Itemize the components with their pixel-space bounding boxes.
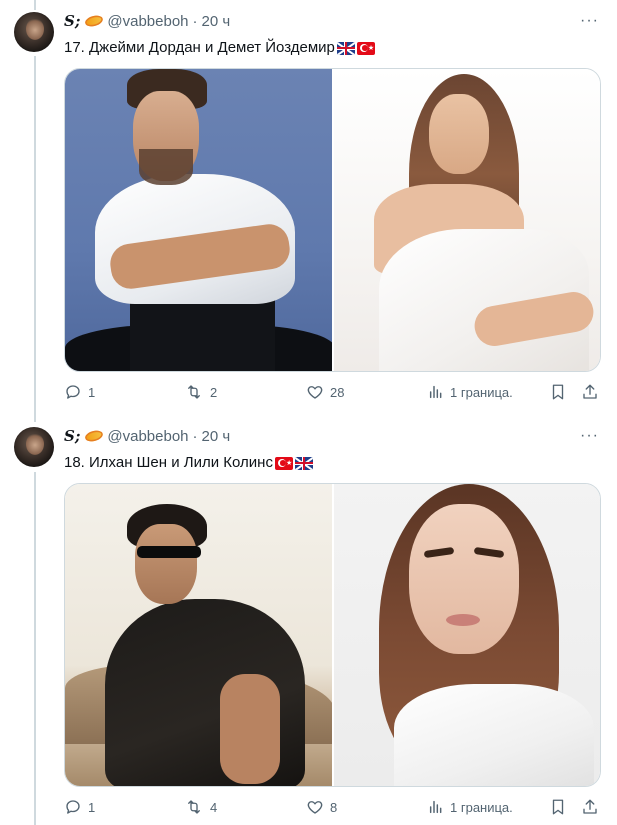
views-count: 1 граница. <box>450 799 513 815</box>
display-name[interactable]: S; <box>64 427 80 445</box>
turkey-flag-icon: ★ <box>356 41 375 55</box>
reply-count: 1 <box>88 384 96 400</box>
avatar[interactable] <box>14 427 54 467</box>
uk-flag-icon <box>336 41 355 55</box>
retweet-button[interactable]: 2 <box>184 383 217 401</box>
tweet-header: S; @vabbeboh · 20 ч <box>64 427 230 445</box>
display-name[interactable]: S; <box>64 12 80 30</box>
tweet-timestamp[interactable]: 20 ч <box>202 13 231 30</box>
bookmark-button[interactable] <box>549 383 567 401</box>
like-count: 8 <box>330 799 338 815</box>
tweet[interactable]: S; @vabbeboh · 20 ч ··· 17. Джейми Дорда… <box>0 0 617 415</box>
heart-icon <box>306 383 324 401</box>
retweet-icon <box>184 383 204 401</box>
share-icon <box>581 383 599 401</box>
tweet-text-content: 18. Илхан Шен и Лили Колинс <box>64 454 273 471</box>
heart-icon <box>306 798 324 816</box>
views-chart-icon <box>428 799 444 815</box>
share-button[interactable] <box>581 798 599 816</box>
tweet-actions: 1 4 8 1 граница. <box>64 797 599 817</box>
retweet-button[interactable]: 4 <box>184 798 217 816</box>
like-count: 28 <box>330 384 345 400</box>
tweet-text-content: 17. Джейми Дордан и Демет Йоздемир <box>64 39 335 56</box>
retweet-icon <box>184 798 204 816</box>
views-count: 1 граница. <box>450 384 513 400</box>
reply-button[interactable]: 1 <box>64 798 95 816</box>
lens-emoji-icon <box>84 428 105 444</box>
tweet-media[interactable] <box>64 68 601 372</box>
views-button[interactable]: 1 граница. <box>428 799 513 815</box>
bookmark-icon <box>549 798 567 816</box>
photo-left[interactable] <box>65 484 332 786</box>
reply-button[interactable]: 1 <box>64 383 95 401</box>
tweet-media[interactable] <box>64 483 601 787</box>
retweet-count: 4 <box>210 799 218 815</box>
turkey-flag-icon: ★ <box>274 456 293 470</box>
uk-flag-icon <box>294 456 313 470</box>
share-icon <box>581 798 599 816</box>
avatar[interactable] <box>14 12 54 52</box>
separator-dot: · <box>192 427 198 445</box>
like-button[interactable]: 28 <box>306 383 344 401</box>
photo-right[interactable] <box>331 484 600 786</box>
tweet-header: S; @vabbeboh · 20 ч <box>64 12 230 30</box>
photo-left[interactable] <box>65 69 332 371</box>
reply-icon <box>64 798 82 816</box>
reply-count: 1 <box>88 799 96 815</box>
tweet-actions: 1 2 28 1 граница. <box>64 382 599 402</box>
user-handle[interactable]: @vabbeboh <box>107 428 188 445</box>
tweet-timestamp[interactable]: 20 ч <box>202 428 231 445</box>
tweet-text: 18. Илхан Шен и Лили Колинс ★ <box>64 453 313 473</box>
tweet[interactable]: S; @vabbeboh · 20 ч ··· 18. Илхан Шен и … <box>0 415 617 825</box>
retweet-count: 2 <box>210 384 218 400</box>
views-chart-icon <box>428 384 444 400</box>
views-button[interactable]: 1 граница. <box>428 384 513 400</box>
photo-right[interactable] <box>331 69 600 371</box>
like-button[interactable]: 8 <box>306 798 337 816</box>
bookmark-button[interactable] <box>549 798 567 816</box>
more-options-icon[interactable]: ··· <box>580 12 599 30</box>
more-options-icon[interactable]: ··· <box>580 427 599 445</box>
lens-emoji-icon <box>84 13 105 29</box>
separator-dot: · <box>192 12 198 30</box>
reply-icon <box>64 383 82 401</box>
tweet-text: 17. Джейми Дордан и Демет Йоздемир ★ <box>64 38 375 58</box>
share-button[interactable] <box>581 383 599 401</box>
user-handle[interactable]: @vabbeboh <box>107 13 188 30</box>
bookmark-icon <box>549 383 567 401</box>
